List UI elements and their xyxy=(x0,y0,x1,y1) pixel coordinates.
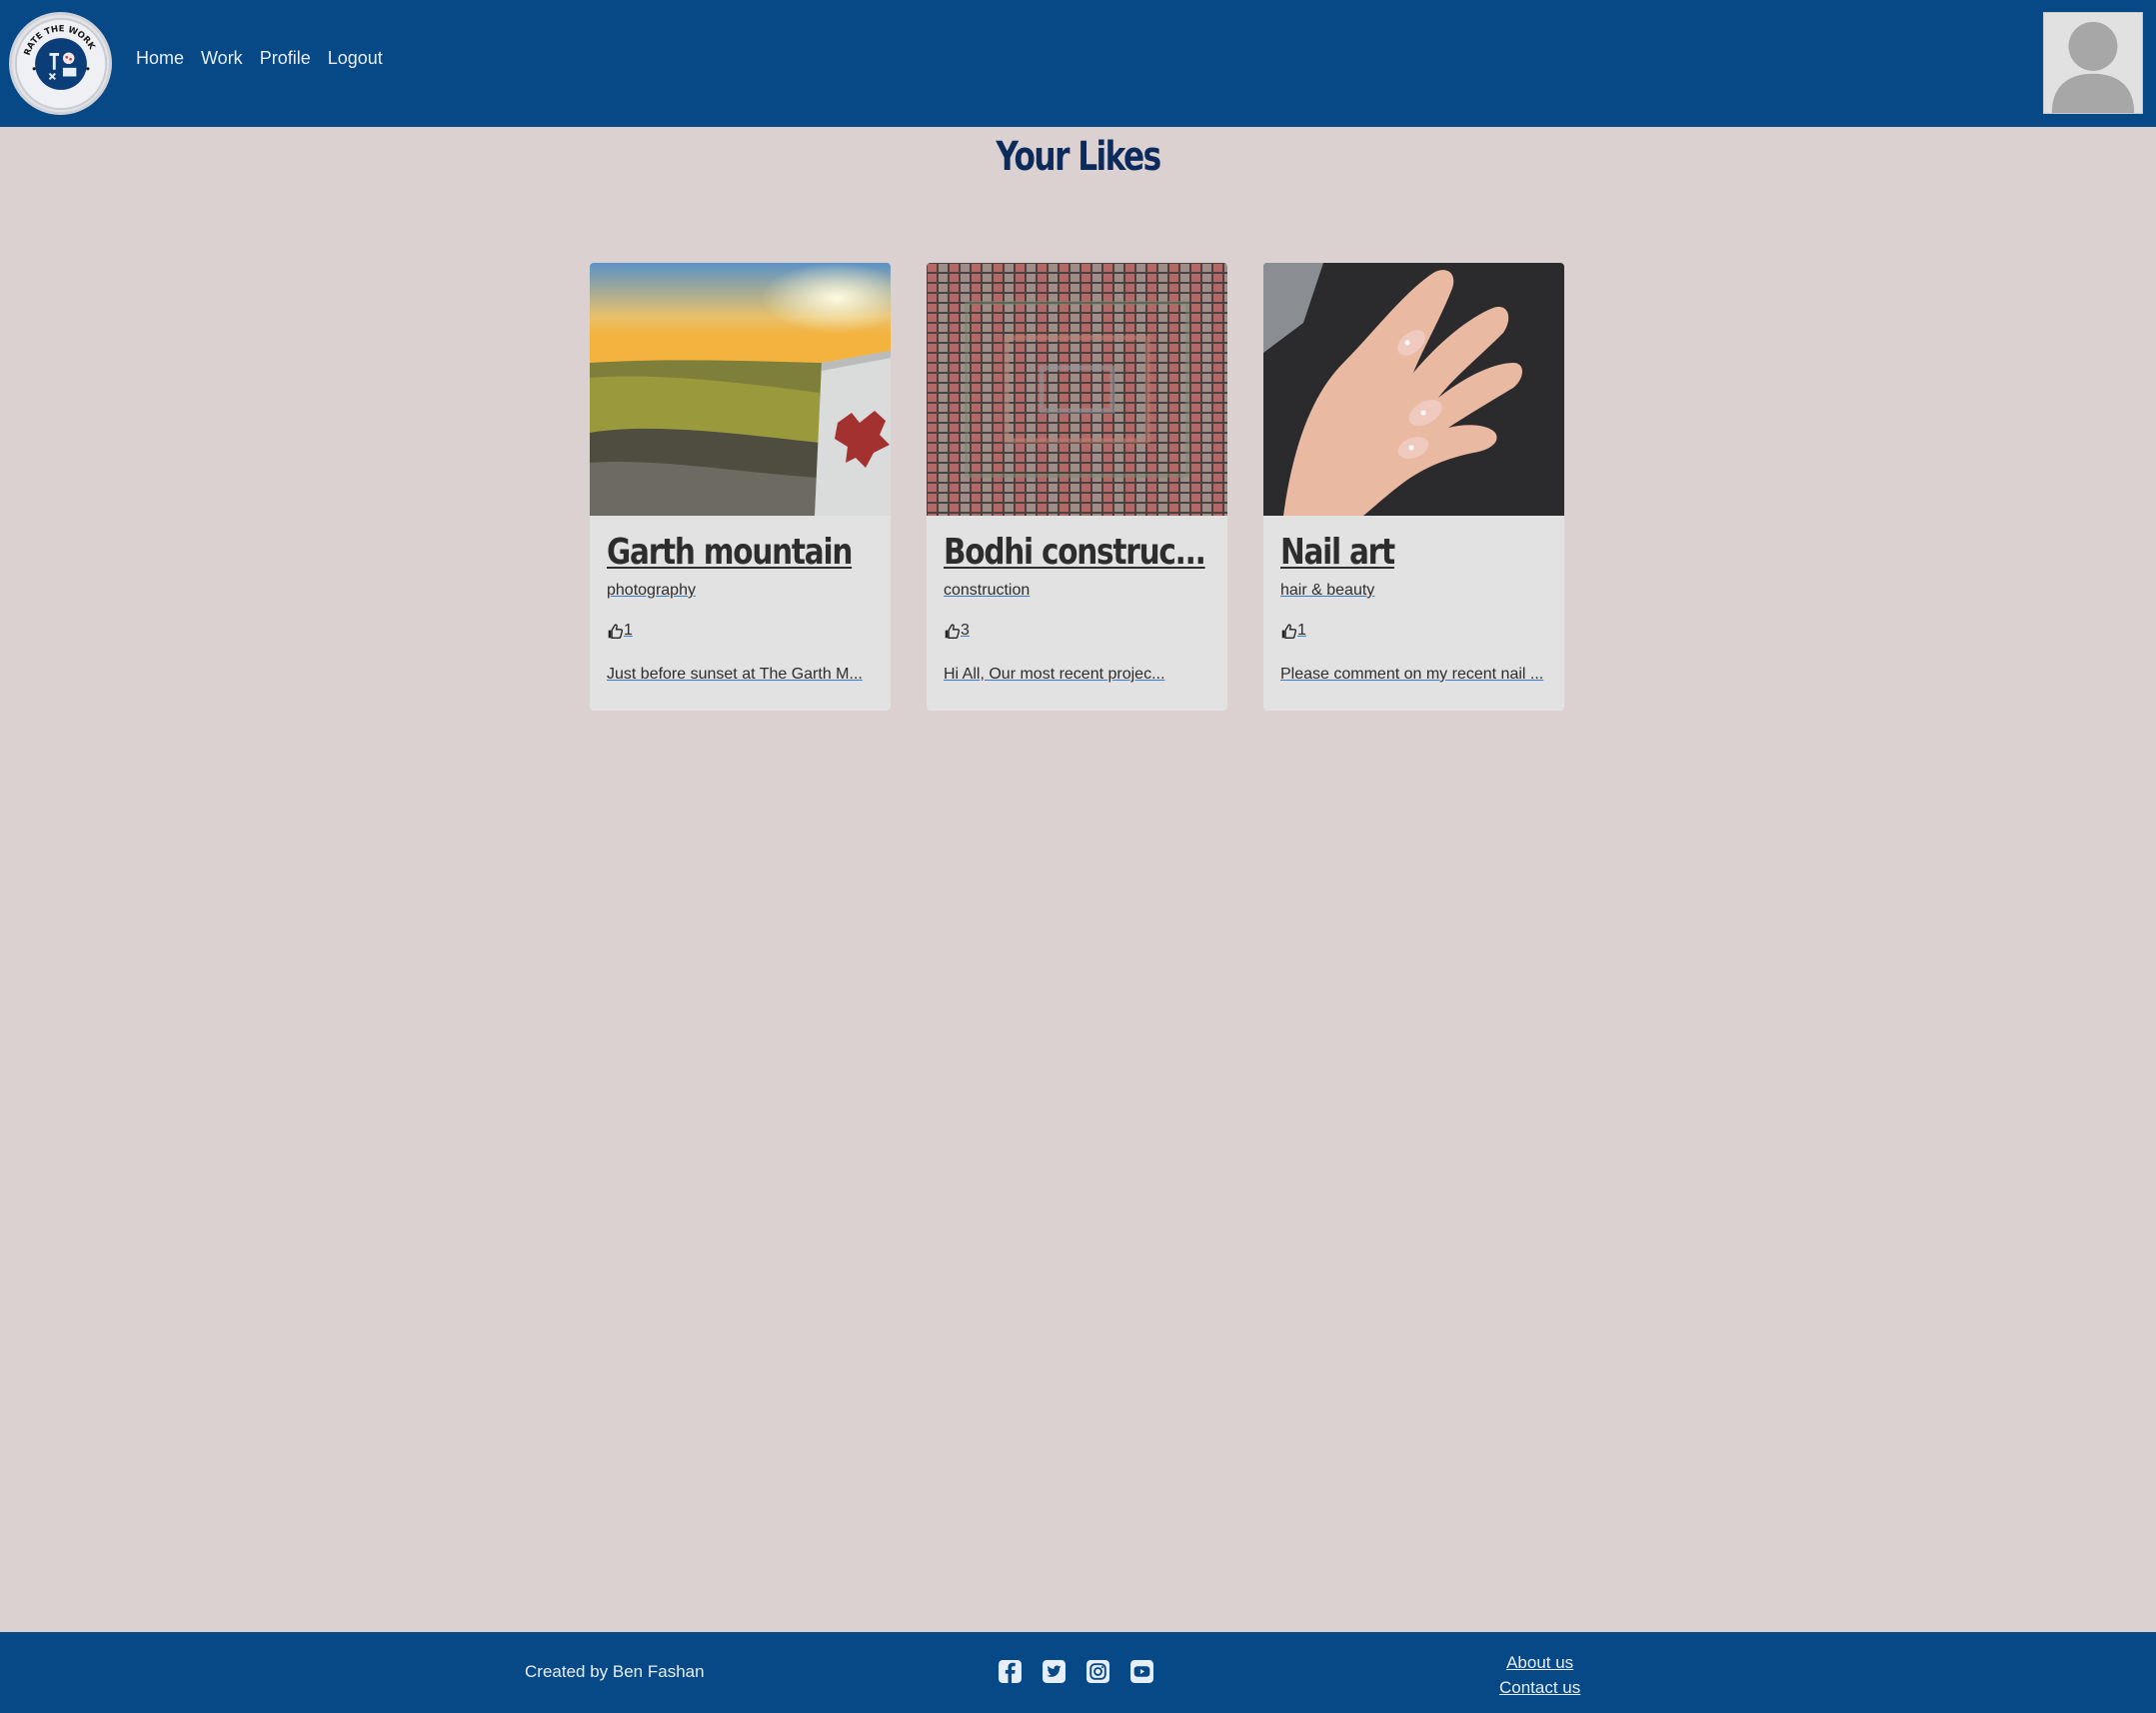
facebook-icon[interactable] xyxy=(998,1659,1023,1684)
main-nav: Home Work Profile Logout xyxy=(136,46,383,70)
card-category[interactable]: photography xyxy=(607,582,874,600)
card-title[interactable]: Garth mountain xyxy=(607,532,853,574)
navbar: RATE THE WORK Home Work Profile Logout xyxy=(0,0,2156,127)
work-thumbnail[interactable] xyxy=(590,263,891,516)
card-excerpt[interactable]: Hi All, Our most recent projec... xyxy=(944,662,1210,687)
card-body: Garth mountain photography 1 Just before… xyxy=(590,516,891,711)
card-likes[interactable]: 1 xyxy=(1280,622,1547,640)
card-likes[interactable]: 3 xyxy=(944,622,1210,640)
nav-link-profile[interactable]: Profile xyxy=(260,46,311,70)
work-card[interactable]: Bodhi construc... construction 3 Hi All,… xyxy=(927,263,1227,711)
logo-emblem-icon: RATE THE WORK xyxy=(14,17,107,110)
work-thumbnail[interactable] xyxy=(1263,263,1564,516)
card-category[interactable]: construction xyxy=(944,582,1210,600)
footer-links: About us Contact us xyxy=(1499,1650,1580,1700)
youtube-icon[interactable] xyxy=(1129,1659,1154,1684)
site-logo[interactable]: RATE THE WORK xyxy=(9,12,112,115)
card-body: Bodhi construc... construction 3 Hi All,… xyxy=(927,516,1227,711)
nav-link-home[interactable]: Home xyxy=(136,46,184,70)
about-us-link[interactable]: About us xyxy=(1499,1650,1580,1675)
page-title: Your Likes xyxy=(996,134,1161,180)
social-links xyxy=(998,1659,1154,1684)
nav-link-logout[interactable]: Logout xyxy=(328,46,383,70)
card-excerpt[interactable]: Just before sunset at The Garth M... xyxy=(607,662,874,687)
work-thumbnail[interactable] xyxy=(927,263,1227,516)
like-count: 1 xyxy=(1297,622,1306,639)
user-avatar[interactable] xyxy=(2043,12,2143,114)
card-category[interactable]: hair & beauty xyxy=(1280,582,1547,600)
card-likes[interactable]: 1 xyxy=(607,622,874,640)
thumbs-up-icon xyxy=(608,623,624,639)
like-count: 3 xyxy=(961,622,970,639)
nav-link-work[interactable]: Work xyxy=(201,46,243,70)
like-count: 1 xyxy=(624,622,633,639)
contact-us-link[interactable]: Contact us xyxy=(1499,1675,1580,1700)
card-excerpt[interactable]: Please comment on my recent nail ... xyxy=(1280,662,1547,687)
card-body: Nail art hair & beauty 1 Please comment … xyxy=(1263,516,1564,711)
card-title[interactable]: Bodhi construc... xyxy=(944,532,1206,574)
footer: Created by Ben Fashan About us Contact u… xyxy=(0,1632,2156,1713)
instagram-icon[interactable] xyxy=(1085,1659,1110,1684)
default-user-icon xyxy=(2044,13,2142,113)
twitter-icon[interactable] xyxy=(1042,1659,1067,1684)
thumbs-up-icon xyxy=(1281,623,1297,639)
thumbs-up-icon xyxy=(945,623,961,639)
footer-credit: Created by Ben Fashan xyxy=(525,1662,705,1681)
work-card[interactable]: Garth mountain photography 1 Just before… xyxy=(590,263,891,711)
card-title[interactable]: Nail art xyxy=(1280,532,1395,574)
work-card[interactable]: Nail art hair & beauty 1 Please comment … xyxy=(1263,263,1564,711)
